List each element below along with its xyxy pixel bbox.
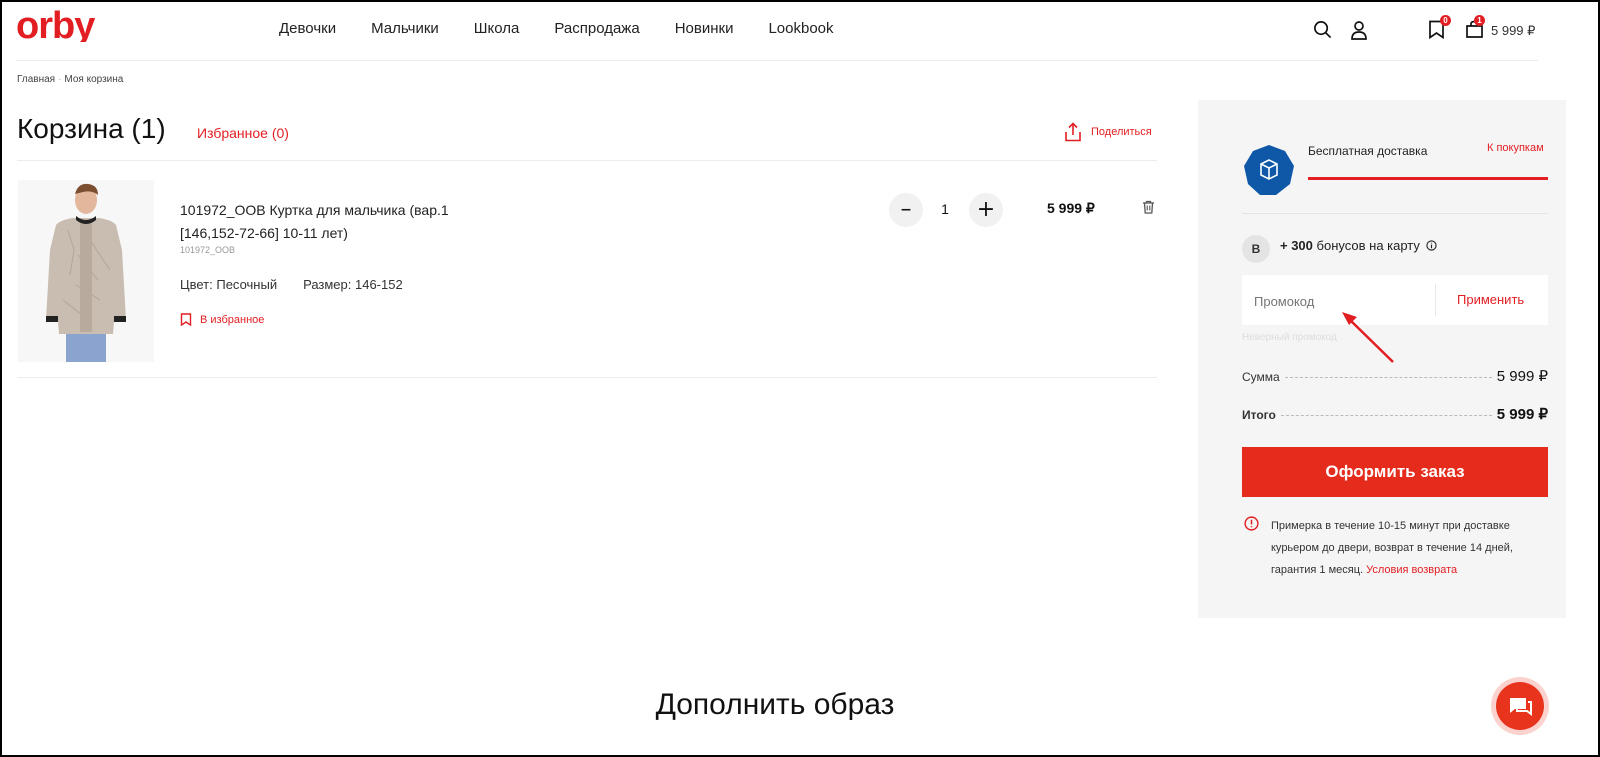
product-name[interactable]: 101972_OOB Куртка для мальчика (вар.1 [1… xyxy=(180,199,470,245)
dotted-leader xyxy=(1284,376,1492,378)
shipping-progress-bar xyxy=(1308,177,1548,180)
product-attributes: Цвет: Песочный Размер: 146-152 xyxy=(180,277,403,292)
product-price: 5 999 ₽ xyxy=(1047,200,1095,216)
share-icon xyxy=(1065,122,1081,142)
apply-promo-button[interactable]: Применить xyxy=(1457,292,1524,307)
chat-icon xyxy=(1510,698,1532,716)
total-value: 5 999 ₽ xyxy=(1496,406,1548,423)
trash-icon[interactable] xyxy=(1142,200,1155,219)
quantity-increase-button[interactable]: + xyxy=(969,193,1003,227)
bonus-badge: B xyxy=(1242,235,1270,263)
bonus-label: бонусов на карту xyxy=(1316,238,1420,253)
shipping-label: Бесплатная доставка xyxy=(1308,144,1428,158)
promo-code-input[interactable] xyxy=(1252,285,1426,317)
nav-sale[interactable]: Распродажа xyxy=(554,20,639,37)
breadcrumb-separator: · xyxy=(58,74,62,85)
info-icon[interactable] xyxy=(1425,240,1437,251)
nav-girls[interactable]: Девочки xyxy=(279,20,336,37)
promo-code-box: Применить xyxy=(1242,275,1548,325)
dotted-leader xyxy=(1280,414,1492,416)
bonus-info: + 300 бонусов на карту xyxy=(1280,238,1437,253)
promo-hint: Неверный промокод xyxy=(1242,332,1337,343)
nav-school[interactable]: Школа xyxy=(474,20,520,37)
delivery-box-icon xyxy=(1243,144,1295,201)
svg-text:orby: orby xyxy=(16,8,95,42)
promo-divider xyxy=(1435,284,1436,316)
divider xyxy=(17,377,1157,378)
alert-circle-icon xyxy=(1244,516,1259,536)
favorites-header-button[interactable]: 0 xyxy=(1428,15,1451,44)
share-label: Поделиться xyxy=(1091,126,1152,138)
nav-boys[interactable]: Мальчики xyxy=(371,20,439,37)
favorites-tab-link[interactable]: Избранное (0) xyxy=(197,125,289,141)
boy-in-jacket-image xyxy=(46,183,126,362)
quantity-decrease-button[interactable]: – xyxy=(889,193,923,227)
cart-count-badge: 1 xyxy=(1474,15,1485,26)
delivery-info-text: Примерка в течение 10-15 минут при доста… xyxy=(1271,515,1541,581)
total-row: Итого 5 999 ₽ xyxy=(1242,405,1548,423)
product-sku: 101972_OOB xyxy=(180,245,236,255)
share-button[interactable]: Поделиться xyxy=(1063,122,1152,142)
checkout-button[interactable]: Оформить заказ xyxy=(1242,447,1548,497)
product-size: Размер: 146-152 xyxy=(303,277,403,292)
favorites-count-badge: 0 xyxy=(1440,15,1451,26)
orby-logo-icon: orby xyxy=(16,5,96,47)
breadcrumb-current: Моя корзина xyxy=(64,74,124,85)
chat-button[interactable] xyxy=(1496,682,1544,730)
product-image[interactable] xyxy=(18,180,154,362)
main-nav: Девочки Мальчики Школа Распродажа Новинк… xyxy=(279,20,869,37)
orby-logo[interactable]: orby xyxy=(16,5,126,47)
nav-lookbook[interactable]: Lookbook xyxy=(768,20,833,37)
nav-new[interactable]: Новинки xyxy=(675,20,734,37)
subtotal-row: Сумма 5 999 ₽ xyxy=(1242,367,1548,385)
section-title: Дополнить образ xyxy=(655,688,895,721)
divider xyxy=(17,160,1157,161)
search-icon[interactable] xyxy=(1313,20,1332,44)
cart-total[interactable]: 5 999 ₽ xyxy=(1491,23,1535,39)
add-to-favorites-label: В избранное xyxy=(200,313,265,326)
continue-shopping-link[interactable]: К покупкам xyxy=(1487,142,1544,154)
breadcrumb-home[interactable]: Главная xyxy=(17,74,55,85)
breadcrumb: Главная · Моя корзина xyxy=(17,74,123,85)
subtotal-value: 5 999 ₽ xyxy=(1496,368,1548,385)
total-label: Итого xyxy=(1242,408,1276,422)
add-to-favorites-button[interactable]: В избранное xyxy=(180,313,264,326)
header-divider xyxy=(16,60,1538,61)
quantity-value: 1 xyxy=(941,201,949,217)
subtotal-label: Сумма xyxy=(1242,370,1280,384)
divider xyxy=(1242,213,1548,214)
page-title: Корзина (1) xyxy=(17,113,166,144)
bonus-amount: + 300 xyxy=(1280,238,1313,253)
product-color: Цвет: Песочный xyxy=(180,277,278,292)
bookmark-icon xyxy=(180,313,192,326)
return-policy-link[interactable]: Условия возврата xyxy=(1366,564,1457,576)
cart-header-button[interactable]: 1 xyxy=(1465,15,1485,44)
user-icon[interactable] xyxy=(1350,20,1368,45)
